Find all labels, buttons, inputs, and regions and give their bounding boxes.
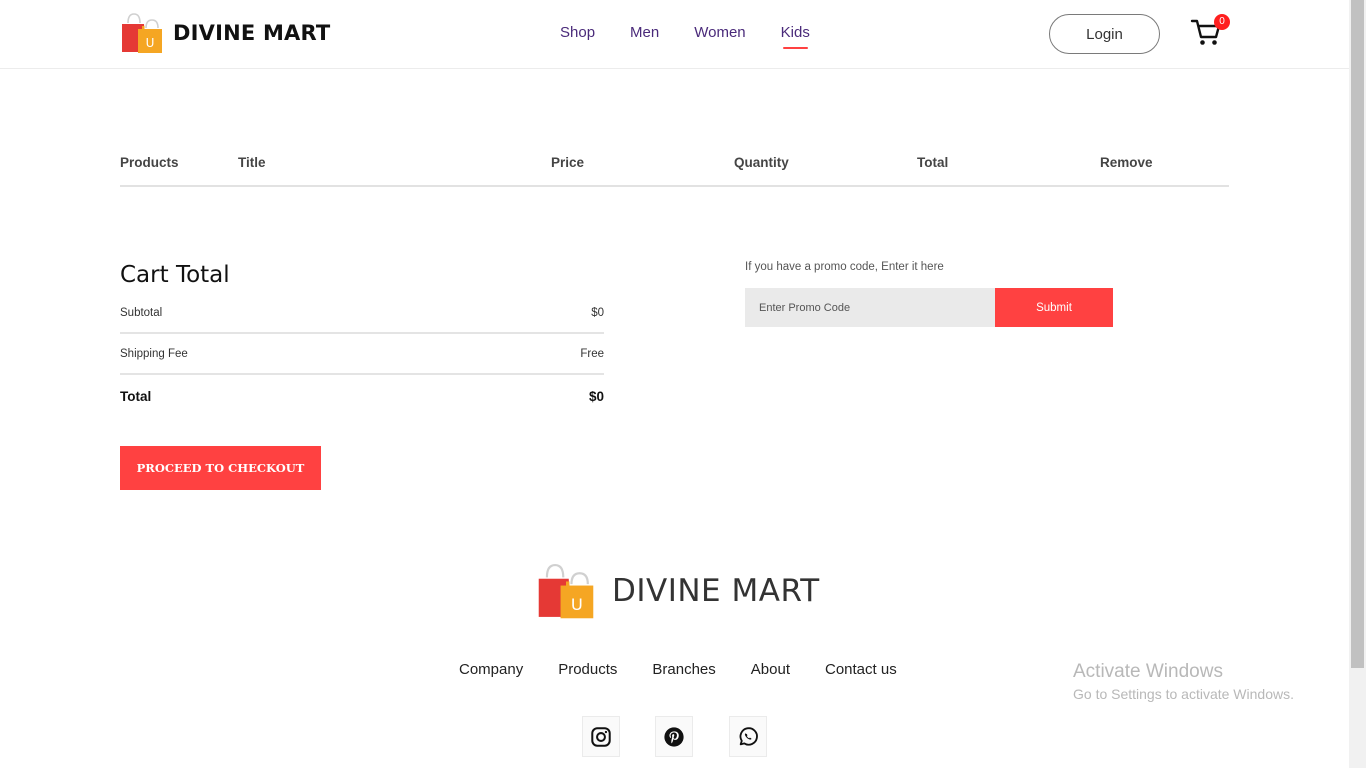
- whatsapp-icon: [739, 726, 758, 746]
- column-price: Price: [551, 155, 585, 170]
- total-label: Total: [120, 389, 152, 404]
- column-quantity: Quantity: [734, 155, 789, 170]
- footer-link-products[interactable]: Products: [558, 661, 617, 678]
- footer-brand-name: DIVINE MART: [612, 573, 820, 609]
- promo-label: If you have a promo code, Enter it here: [745, 261, 944, 273]
- shopping-bag-icon: U: [538, 563, 594, 619]
- svg-text:U: U: [146, 36, 155, 50]
- promo-submit-button[interactable]: Submit: [995, 288, 1113, 327]
- nav-kids[interactable]: Kids: [781, 24, 810, 49]
- login-button[interactable]: Login: [1049, 14, 1160, 54]
- nav-men[interactable]: Men: [630, 24, 659, 41]
- subtotal-label: Subtotal: [120, 307, 163, 319]
- windows-watermark-title: Activate Windows: [1073, 661, 1223, 682]
- nav-shop[interactable]: Shop: [560, 24, 595, 41]
- footer-link-contact[interactable]: Contact us: [825, 661, 897, 678]
- cart-table-header: Products Title Price Quantity Total Remo…: [120, 155, 1229, 187]
- divider: [120, 332, 604, 334]
- column-remove: Remove: [1100, 155, 1153, 170]
- subtotal-row: Subtotal $0: [120, 307, 604, 319]
- cart-count-badge: 0: [1214, 14, 1230, 30]
- windows-watermark-subtitle: Go to Settings to activate Windows.: [1073, 686, 1294, 702]
- proceed-to-checkout-button[interactable]: PROCEED TO CHECKOUT: [120, 446, 321, 490]
- cart-total-title: Cart Total: [120, 262, 230, 288]
- footer-logo[interactable]: U DIVINE MART: [536, 562, 820, 620]
- shipping-value: Free: [580, 348, 604, 360]
- site-header: U DIVINE MART Shop Men Women Kids Login …: [0, 0, 1349, 69]
- subtotal-value: $0: [591, 307, 604, 319]
- total-value: $0: [588, 389, 604, 404]
- pinterest-link[interactable]: [655, 716, 693, 757]
- divider: [120, 373, 604, 375]
- shopping-bag-icon: U: [122, 13, 162, 53]
- footer-link-about[interactable]: About: [751, 661, 790, 678]
- shipping-row: Shipping Fee Free: [120, 348, 604, 360]
- footer-links: Company Products Branches About Contact …: [459, 661, 932, 678]
- instagram-icon: [591, 726, 611, 747]
- footer-link-branches[interactable]: Branches: [652, 661, 715, 678]
- pinterest-icon: [664, 726, 684, 747]
- column-products: Products: [120, 155, 179, 170]
- promo-code-input[interactable]: [745, 288, 995, 327]
- whatsapp-link[interactable]: [729, 716, 767, 757]
- shipping-label: Shipping Fee: [120, 348, 188, 360]
- column-total: Total: [917, 155, 949, 170]
- instagram-link[interactable]: [582, 716, 620, 757]
- total-row: Total $0: [120, 389, 604, 404]
- page-scrollbar-thumb[interactable]: [1351, 0, 1364, 668]
- brand-name: DIVINE MART: [173, 21, 331, 45]
- nav-women[interactable]: Women: [694, 24, 745, 41]
- main-nav: Shop Men Women Kids: [560, 24, 845, 49]
- column-title: Title: [238, 155, 266, 170]
- brand-logo[interactable]: U DIVINE MART: [120, 12, 330, 54]
- svg-text:U: U: [571, 595, 583, 614]
- footer-link-company[interactable]: Company: [459, 661, 523, 678]
